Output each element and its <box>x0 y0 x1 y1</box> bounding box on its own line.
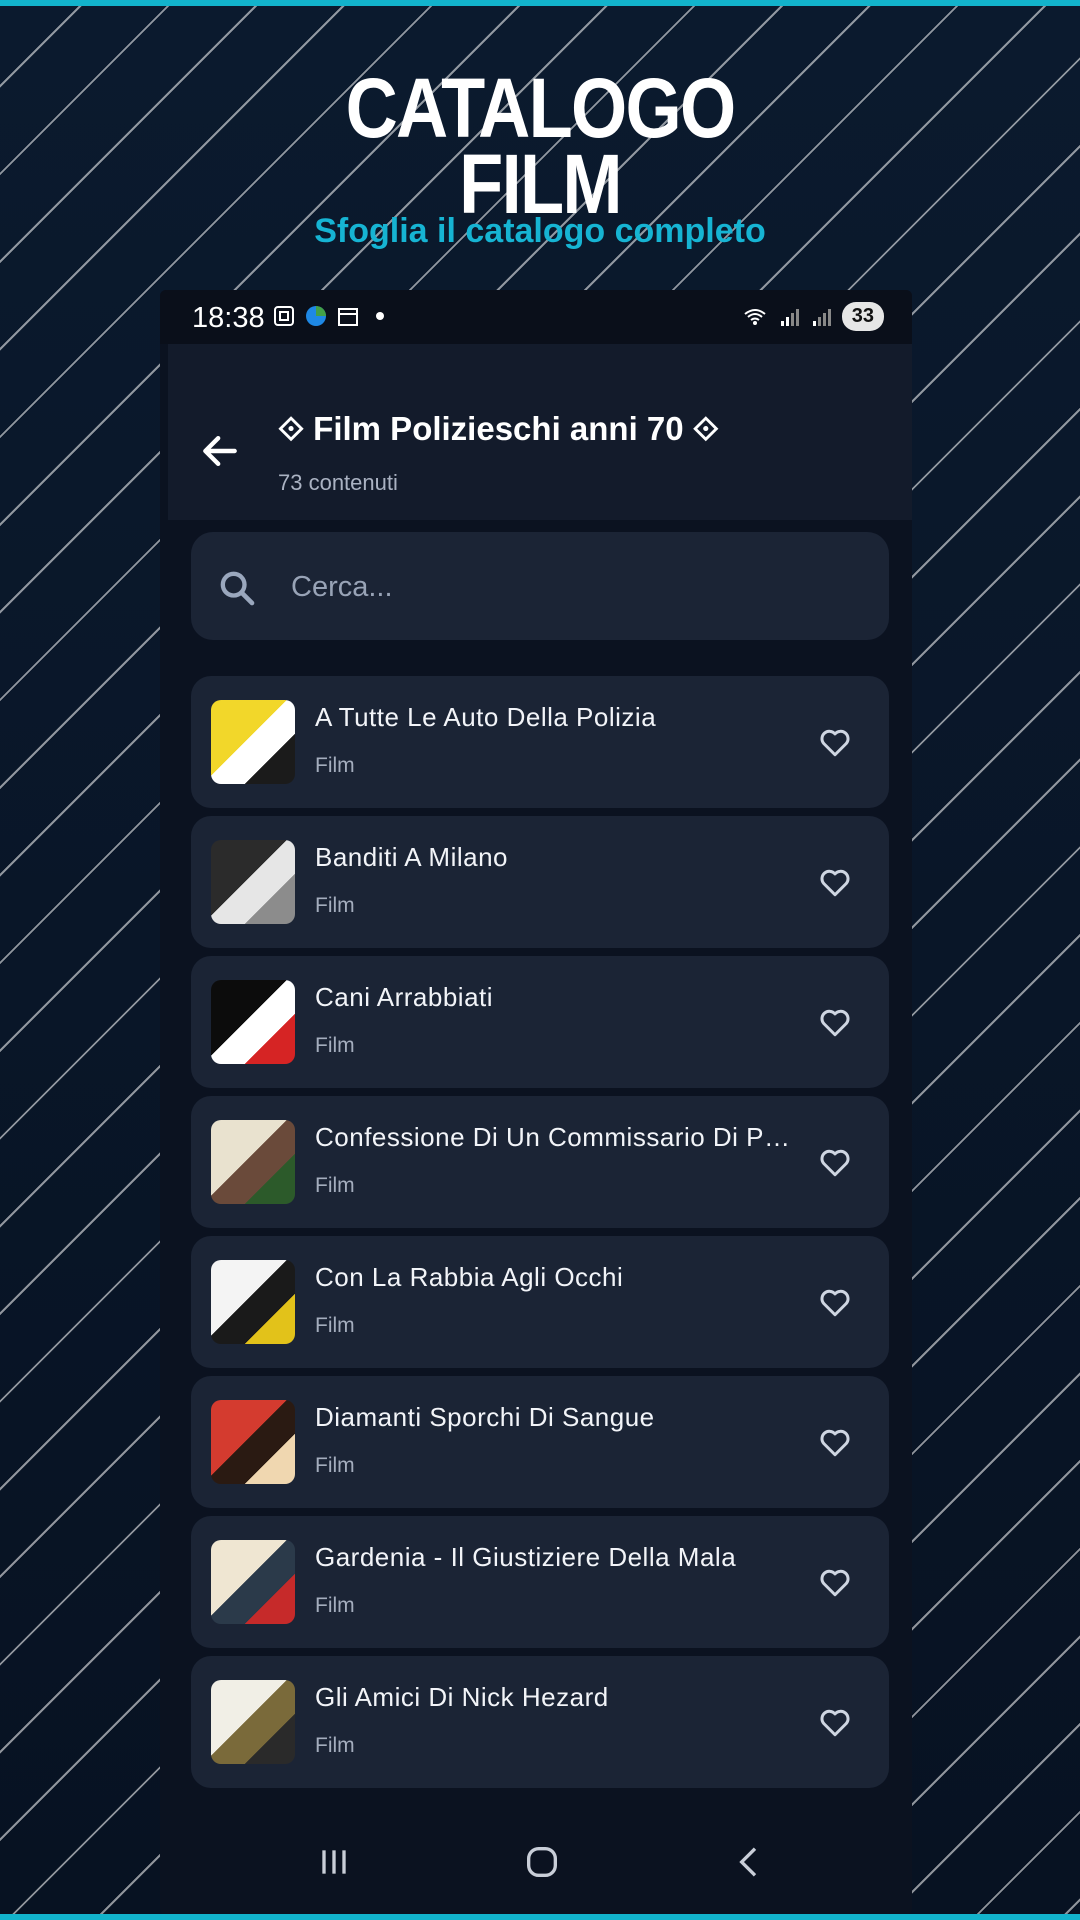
poster-thumbnail <box>211 1260 295 1344</box>
favorite-heart-icon[interactable] <box>817 1564 853 1600</box>
status-system-icons: 33 <box>740 302 884 331</box>
item-title: A Tutte Le Auto Della Polizia <box>315 702 657 732</box>
content-count: 73 contenuti <box>278 470 398 495</box>
home-icon[interactable] <box>522 1842 562 1882</box>
list-item[interactable]: Gli Amici Di Nick Hezard Film <box>191 1656 889 1788</box>
list-item[interactable]: Con La Rabbia Agli Occhi Film <box>191 1236 889 1368</box>
poster-thumbnail <box>211 1540 295 1624</box>
item-title: Confessione Di Un Commissario Di Polizia… <box>315 1122 795 1152</box>
poster-thumbnail <box>211 1400 295 1484</box>
status-notification-icons <box>272 304 392 328</box>
favorite-heart-icon[interactable] <box>817 1284 853 1320</box>
dot-indicator-icon <box>376 312 384 320</box>
status-time: 18:38 <box>192 302 265 334</box>
item-type: Film <box>315 1174 355 1197</box>
screenshot-icon <box>274 306 294 326</box>
promo-title-line1: CATALOGO <box>345 61 737 155</box>
item-title: Cani Arrabbiati <box>315 982 494 1012</box>
favorite-heart-icon[interactable] <box>817 864 853 900</box>
app-header: ⟐ Film Polizieschi anni 70 ⟐ 73 contenut… <box>168 344 912 520</box>
poster-thumbnail <box>211 1120 295 1204</box>
item-type: Film <box>315 754 355 777</box>
status-bar: 18:38 33 <box>160 290 912 344</box>
poster-thumbnail <box>211 1680 295 1764</box>
signal-icon-2 <box>812 308 831 326</box>
item-title: Diamanti Sporchi Di Sangue <box>315 1402 655 1432</box>
poster-thumbnail <box>211 980 295 1064</box>
favorite-heart-icon[interactable] <box>817 1704 853 1740</box>
list-item[interactable]: Cani Arrabbiati Film <box>191 956 889 1088</box>
calendar-icon <box>338 308 358 326</box>
item-type: Film <box>315 894 355 917</box>
item-type: Film <box>315 1314 355 1337</box>
promo-subtitle: Sfoglia il catalogo completo <box>314 212 766 250</box>
battery-indicator: 33 <box>841 302 884 331</box>
list-item[interactable]: A Tutte Le Auto Della Polizia Film <box>191 676 889 808</box>
content-list: A Tutte Le Auto Della Polizia Film Banditi… <box>191 676 889 1796</box>
list-item[interactable]: Diamanti Sporchi Di Sangue Film <box>191 1376 889 1508</box>
favorite-heart-icon[interactable] <box>817 724 853 760</box>
signal-icon <box>780 308 799 326</box>
item-type: Film <box>315 1734 355 1757</box>
system-nav-bar <box>160 1810 912 1915</box>
favorite-heart-icon[interactable] <box>817 1424 853 1460</box>
top-accent-bar <box>0 0 1080 6</box>
search-icon <box>220 571 255 606</box>
favorite-heart-icon[interactable] <box>817 1004 853 1040</box>
list-item[interactable]: Banditi A Milano Film <box>191 816 889 948</box>
search-bar[interactable] <box>191 532 889 640</box>
favorite-heart-icon[interactable] <box>817 1144 853 1180</box>
item-title: Banditi A Milano <box>315 842 509 872</box>
search-input[interactable] <box>289 562 853 612</box>
edge-browser-icon <box>306 306 326 326</box>
bottom-accent-bar <box>0 1914 1080 1920</box>
item-title: Con La Rabbia Agli Occhi <box>315 1262 624 1292</box>
promo-title: CATALOGO FILM <box>76 61 1005 231</box>
list-item[interactable]: Gardenia - Il Giustiziere Della Mala Film <box>191 1516 889 1648</box>
promo-title-line2: FILM <box>459 137 622 231</box>
page-title: ⟐ Film Polizieschi anni 70 ⟐ <box>278 410 719 447</box>
poster-thumbnail <box>211 840 295 924</box>
item-title: Gli Amici Di Nick Hezard <box>315 1682 609 1712</box>
item-type: Film <box>315 1454 355 1477</box>
item-type: Film <box>315 1034 355 1057</box>
item-title: Gardenia - Il Giustiziere Della Mala <box>315 1542 737 1572</box>
nav-back-icon[interactable] <box>730 1842 770 1882</box>
back-arrow-icon[interactable] <box>198 429 242 473</box>
recent-apps-icon[interactable] <box>314 1842 354 1882</box>
wifi-icon <box>744 308 766 325</box>
item-type: Film <box>315 1594 355 1617</box>
poster-thumbnail <box>211 700 295 784</box>
list-item[interactable]: Confessione Di Un Commissario Di Polizia… <box>191 1096 889 1228</box>
phone-screen: 18:38 33 ⟐ Film Polizieschi anni 70 ⟐ 73… <box>160 290 912 1915</box>
